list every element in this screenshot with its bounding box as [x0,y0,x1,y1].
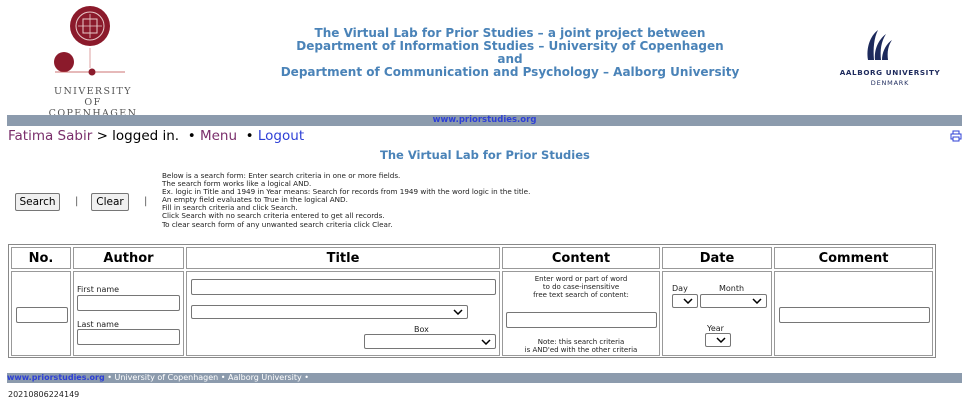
site-url-bar: www.priorstudies.org [7,115,962,126]
chevron-down-icon [683,298,693,304]
header-date: Date [662,247,772,269]
first-name-input[interactable] [77,295,180,311]
box-label: Box [414,325,429,334]
footer-bar: www.priorstudies.org • University of Cop… [7,373,962,383]
last-name-input[interactable] [77,329,180,345]
separator: | [144,196,148,207]
title-input[interactable] [191,279,496,295]
ucph-wordmark-line-1: UNIVERSITY OF [54,86,132,108]
bullet: • [245,128,254,144]
day-label: Day [672,284,688,293]
user-status-line: Fatima Sabir > logged in. • Menu • Logou… [8,128,304,145]
month-label: Month [719,284,745,293]
content-note-line: is AND'ed with the other criteria [524,346,638,354]
page-title: The Virtual Lab for Prior Studies [380,148,590,162]
day-select[interactable] [672,294,698,308]
content-help-text: Enter word or part of word to do case-in… [503,275,659,299]
separator: | [75,196,79,207]
year-select[interactable] [705,333,731,347]
logout-link[interactable]: Logout [258,128,304,144]
header-title: Title [186,247,500,269]
search-form-table: No. Author Title Content Date Comment Fi… [8,244,936,358]
header-title: The Virtual Lab for Prior Studies – a jo… [260,27,760,79]
print-icon[interactable] [950,130,962,142]
search-button[interactable]: Search [15,193,60,211]
content-input[interactable] [506,312,657,328]
header-no: No. [11,247,71,269]
box-select[interactable] [364,334,496,349]
aalborg-university-logo [867,30,892,60]
timestamp: 20210806224149 [8,390,80,399]
header-comment: Comment [774,247,933,269]
month-select[interactable] [700,294,767,308]
content-note-line: Note: this search criteria [537,338,625,346]
content-note: Note: this search criteria is AND'ed wit… [503,338,659,354]
no-input[interactable] [16,307,68,323]
clear-button[interactable]: Clear [91,193,129,211]
chevron-down-icon [453,309,463,315]
content-help-line: Enter word or part of word [534,275,628,283]
content-help-line: free text search of content: [533,291,629,299]
first-name-label: First name [77,285,120,294]
chevron-down-icon [716,337,726,343]
site-url-link[interactable]: www.priorstudies.org [433,115,537,125]
user-name: Fatima Sabir [8,128,93,144]
instruction-line: To clear search form of any unwanted sea… [162,219,393,229]
title-match-select[interactable] [191,305,468,319]
author-cell: First name Last name [73,271,184,356]
header-content: Content [502,247,660,269]
no-cell [11,271,71,356]
menu-link[interactable]: Menu [200,128,237,144]
date-cell: Day Month Year [662,271,772,356]
footer-site-link[interactable]: www.priorstudies.org [7,373,105,382]
chevron-down-icon [481,338,491,345]
comment-cell [774,271,933,356]
header-title-line-4: Department of Communication and Psycholo… [280,65,740,79]
footer-items: • University of Copenhagen • Aalborg Uni… [104,373,310,382]
content-help-line: to do case-insensitive [542,283,620,291]
aau-country: DENMARK [870,79,910,87]
chevron-down-icon [752,298,762,304]
title-cell: Box [186,271,500,356]
login-status: > logged in. [92,128,180,144]
aau-wordmark: AALBORG UNIVERSITY [839,68,941,77]
last-name-label: Last name [77,320,119,329]
header-author: Author [73,247,184,269]
bullet: • [187,128,196,144]
content-cell: Enter word or part of word to do case-in… [502,271,660,356]
year-label: Year [707,324,724,333]
search-instructions: Below is a search form: Enter search cri… [162,171,662,229]
comment-input[interactable] [779,307,930,323]
